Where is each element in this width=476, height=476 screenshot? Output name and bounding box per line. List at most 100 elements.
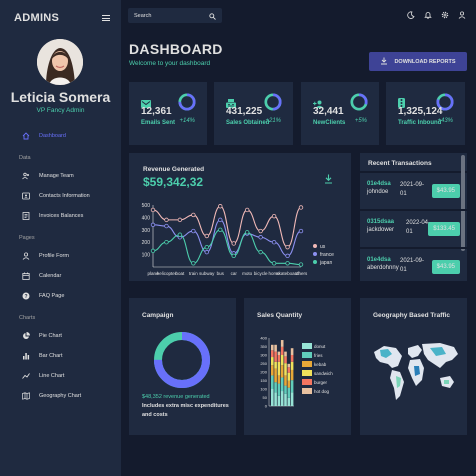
- data-point: [164, 223, 169, 229]
- y-tick-label: 350: [260, 344, 267, 349]
- bar-segment: [284, 385, 287, 394]
- data-point: [244, 207, 250, 213]
- sidebar-item-label: Calendar: [39, 273, 62, 279]
- sidebar-item-invoices[interactable]: Invoices Balances: [22, 212, 83, 220]
- sidebar-item-faq[interactable]: ? FAQ Page: [22, 292, 64, 300]
- sidebar-item-manage-team[interactable]: Manage Team: [22, 172, 74, 180]
- campaign-revenue: $48,352 revenue generated: [142, 394, 210, 400]
- sidebar-item-line-chart[interactable]: Line Chart: [22, 372, 64, 380]
- bar-segment: [274, 351, 277, 362]
- bar-segment: [277, 375, 281, 384]
- stat-card-traffic: 1,325,124 Traffic Inbound +43%: [386, 82, 465, 145]
- sidebar-item-label: Invoices Balances: [39, 213, 84, 219]
- bar-segment: [284, 363, 287, 376]
- data-point: [298, 228, 304, 234]
- nav-section-charts: Charts: [19, 315, 36, 321]
- data-point: [218, 217, 223, 223]
- contacts-icon: [22, 192, 30, 200]
- transaction-date: 2021-09-01: [400, 182, 425, 197]
- sidebar-item-contacts[interactable]: Contacts Information: [22, 192, 90, 200]
- bar-segment: [290, 361, 294, 370]
- transaction-row: 0315dsaa jackdower 2022-04-01 $133.45: [360, 213, 467, 249]
- stat-progress-ring: [350, 93, 368, 111]
- x-tick-label: subway: [199, 271, 215, 276]
- menu-icon[interactable]: [102, 15, 110, 21]
- sidebar-item-label: FAQ Page: [39, 293, 65, 299]
- bar-segment: [274, 361, 277, 369]
- avatar: [37, 39, 83, 85]
- data-point: [191, 228, 196, 234]
- data-point: [191, 261, 196, 266]
- bar-segment: [280, 355, 284, 366]
- sidebar-item-label: Dashboard: [39, 133, 66, 139]
- download-reports-label: DOWNLOAD REPORTS: [394, 58, 456, 65]
- bar-segment: [280, 365, 284, 378]
- bar-segment: [287, 397, 291, 406]
- data-point: [150, 222, 156, 228]
- geography-card: Geography Based Traffic: [360, 298, 467, 435]
- bar-segment: [274, 392, 277, 406]
- sidebar-item-label: Manage Team: [39, 173, 74, 179]
- search-input[interactable]: [134, 12, 194, 19]
- transaction-row: 01e4dsa aberdohnny 2021-09-01 $43.95: [360, 251, 467, 281]
- sidebar-item-label: Contacts Information: [39, 193, 90, 199]
- dark-mode-icon[interactable]: [406, 10, 415, 19]
- sidebar-item-profile-form[interactable]: Profile Form: [22, 252, 69, 260]
- user-role: VP Fancy Admin: [36, 107, 85, 114]
- sidebar-item-label: Line Chart: [39, 373, 65, 379]
- search-icon[interactable]: [209, 7, 216, 25]
- bar-segment: [277, 361, 281, 376]
- legend-swatch: [302, 388, 312, 394]
- sidebar-item-calendar[interactable]: Calendar: [22, 272, 61, 280]
- transaction-id: 01e4dsa: [367, 181, 391, 187]
- legend-label: us: [320, 244, 326, 250]
- stat-progress-ring: [264, 93, 282, 111]
- sidebar-item-bar-chart[interactable]: Bar Chart: [22, 352, 63, 360]
- legend-label: hot dog: [314, 389, 330, 394]
- stat-increase: +14%: [179, 118, 195, 124]
- y-tick-label: 200: [260, 370, 267, 375]
- legend-swatch: [313, 260, 317, 264]
- data-point: [285, 244, 290, 250]
- campaign-note: Includes extra misc expenditures and cos…: [142, 403, 229, 418]
- bar-segment: [277, 395, 281, 406]
- download-reports-button[interactable]: DOWNLOAD REPORTS: [369, 52, 467, 71]
- stat-increase: +43%: [437, 118, 453, 124]
- legend-label: donut: [314, 344, 326, 349]
- revenue-line-chart: 100200300400500planehelicopter boat train s…: [142, 203, 334, 276]
- sidebar: ADMINS Leticia Somera VP Fancy Admin Das…: [0, 0, 121, 476]
- recent-transactions-card: Recent Transactions 01e4dsa johndoe 2021…: [360, 153, 467, 281]
- stat-value: 1,325,124: [398, 106, 443, 117]
- home-icon: [22, 132, 30, 140]
- transactions-title: Recent Transactions: [360, 153, 467, 173]
- campaign-progress-ring: [154, 332, 210, 388]
- y-tick-label: 150: [260, 378, 267, 383]
- sidebar-item-label: Pie Chart: [39, 333, 62, 339]
- legend-swatch: [302, 379, 312, 385]
- data-point: [231, 253, 236, 259]
- sidebar-item-dashboard[interactable]: Dashboard: [22, 132, 66, 140]
- revenue-card: Revenue Generated $59,342,32 100 200 300 40…: [129, 153, 351, 281]
- settings-icon[interactable]: [440, 10, 449, 19]
- y-tick-label: 400: [260, 336, 267, 341]
- data-point: [271, 239, 277, 245]
- app-title: ADMINS: [14, 12, 60, 24]
- data-point: [164, 239, 169, 245]
- search-bar: [128, 8, 222, 23]
- user-name: Leticia Somera: [10, 89, 111, 105]
- stat-card-emails: 12,361 Emails Sent +14%: [129, 82, 207, 145]
- people-icon: [22, 172, 30, 180]
- notifications-icon[interactable]: [423, 10, 432, 19]
- transaction-user: johndoe: [367, 189, 389, 195]
- bar-segment: [271, 365, 274, 376]
- legend-swatch: [302, 370, 312, 376]
- bar-segment: [280, 340, 284, 347]
- sidebar-item-pie-chart[interactable]: Pie Chart: [22, 332, 62, 340]
- person-icon[interactable]: [457, 10, 466, 19]
- bar-segment: [271, 357, 274, 366]
- sidebar-item-geography-chart[interactable]: Geography Chart: [22, 392, 81, 400]
- page-title: DASHBOARD: [129, 41, 223, 57]
- data-point: [271, 213, 277, 219]
- bar-segment: [271, 350, 274, 358]
- data-point: [258, 228, 263, 234]
